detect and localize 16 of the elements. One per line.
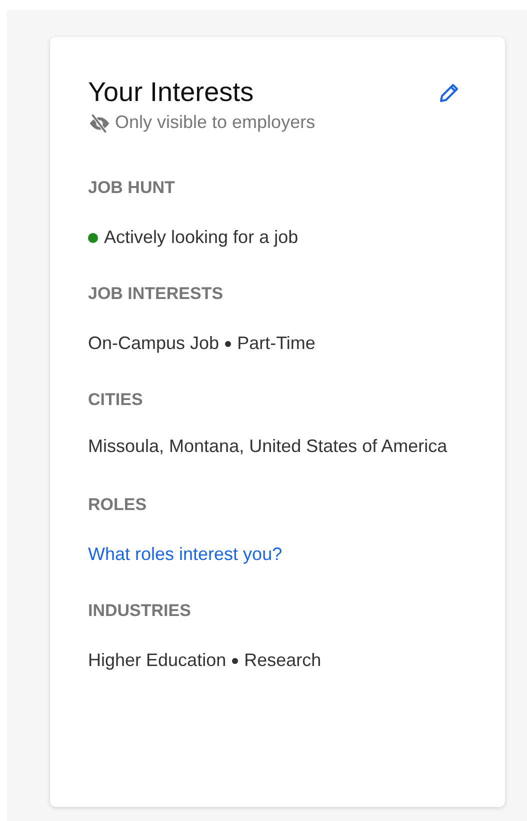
- interest-item: Research: [244, 649, 322, 672]
- section-heading: ROLES: [88, 494, 148, 516]
- interest-item: Part-Time: [237, 332, 316, 355]
- edit-icon[interactable]: [437, 81, 461, 105]
- status-text: Actively looking for a job: [104, 226, 298, 249]
- interest-item: On-Campus Job: [88, 332, 220, 355]
- section-heading: CITIES: [88, 389, 144, 411]
- eye-slash-icon: [88, 112, 111, 132]
- card-title: Your Interests: [88, 76, 255, 109]
- interest-item: Higher Education: [88, 649, 226, 672]
- visibility-note: Only visible to employers: [115, 111, 316, 134]
- section-heading: JOB HUNT: [88, 177, 176, 199]
- roles-link[interactable]: What roles interest you?: [88, 541, 461, 568]
- section-heading: JOB INTERESTS: [88, 283, 224, 305]
- section-value: Missoula, Montana, United States of America: [88, 435, 448, 458]
- section-heading: INDUSTRIES: [88, 600, 192, 622]
